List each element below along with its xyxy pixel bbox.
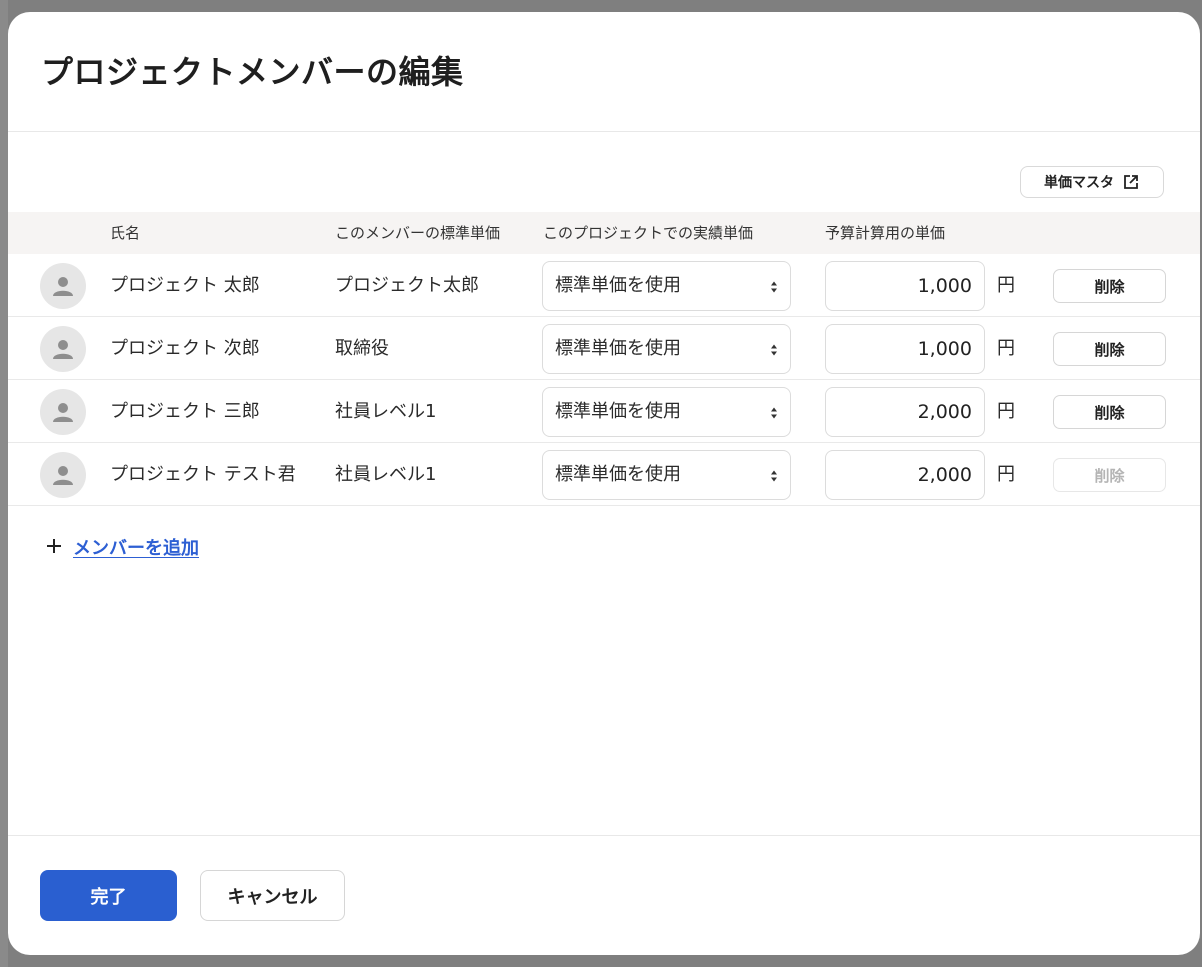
budget-rate-input[interactable]: 2,000 <box>825 450 985 500</box>
currency-unit: 円 <box>997 338 1015 359</box>
budget-rate-input[interactable]: 1,000 <box>825 261 985 311</box>
add-member-label[interactable]: メンバーを追加 <box>73 534 199 560</box>
member-name: プロジェクト テスト君 <box>110 464 296 485</box>
rate-master-button[interactable]: 単価マスタ <box>1020 166 1164 198</box>
header-actual-rate: このプロジェクトでの実績単価 <box>543 224 754 242</box>
add-member-link[interactable]: メンバーを追加 <box>45 534 199 560</box>
person-avatar-icon <box>40 389 86 435</box>
member-standard-rate: 社員レベル1 <box>335 401 437 422</box>
external-link-icon <box>1122 173 1140 191</box>
member-name: プロジェクト 次郎 <box>110 338 260 359</box>
actual-rate-value: 標準単価を使用 <box>555 464 681 485</box>
person-avatar-icon <box>40 326 86 372</box>
done-button[interactable]: 完了 <box>40 870 177 921</box>
delete-button[interactable]: 削除 <box>1053 332 1166 366</box>
table-row: プロジェクト 次郎 取締役 標準単価を使用 1,000 円 削除 <box>8 317 1200 380</box>
header-divider <box>8 131 1200 132</box>
member-name: プロジェクト 三郎 <box>110 401 260 422</box>
table-row: プロジェクト テスト君 社員レベル1 標準単価を使用 2,000 円 削除 <box>8 443 1200 506</box>
budget-rate-input[interactable]: 1,000 <box>825 324 985 374</box>
actual-rate-select[interactable]: 標準単価を使用 <box>542 387 791 437</box>
actual-rate-value: 標準単価を使用 <box>555 401 681 422</box>
header-standard-rate: このメンバーの標準単価 <box>335 224 501 242</box>
header-budget-rate: 予算計算用の単価 <box>825 224 946 242</box>
member-standard-rate: プロジェクト太郎 <box>335 275 479 296</box>
table-row: プロジェクト 三郎 社員レベル1 標準単価を使用 2,000 円 削除 <box>8 380 1200 443</box>
modal-title: プロジェクトメンバーの編集 <box>41 53 464 91</box>
actual-rate-value: 標準単価を使用 <box>555 275 681 296</box>
actual-rate-value: 標準単価を使用 <box>555 338 681 359</box>
member-standard-rate: 取締役 <box>335 338 389 359</box>
delete-button[interactable]: 削除 <box>1053 395 1166 429</box>
table-row: プロジェクト 太郎 プロジェクト太郎 標準単価を使用 1,000 円 削除 <box>8 254 1200 317</box>
budget-rate-input[interactable]: 2,000 <box>825 387 985 437</box>
actual-rate-select[interactable]: 標準単価を使用 <box>542 450 791 500</box>
member-standard-rate: 社員レベル1 <box>335 464 437 485</box>
backdrop <box>0 0 8 967</box>
member-name: プロジェクト 太郎 <box>110 275 260 296</box>
select-arrows-icon <box>770 342 778 361</box>
edit-members-modal: プロジェクトメンバーの編集 単価マスタ 氏名 このメンバーの標準単価 このプロジ… <box>8 12 1200 955</box>
select-arrows-icon <box>770 405 778 424</box>
person-avatar-icon <box>40 452 86 498</box>
currency-unit: 円 <box>997 275 1015 296</box>
cancel-button[interactable]: キャンセル <box>200 870 345 921</box>
select-arrows-icon <box>770 279 778 298</box>
select-arrows-icon <box>770 468 778 487</box>
person-avatar-icon <box>40 263 86 309</box>
actual-rate-select[interactable]: 標準単価を使用 <box>542 324 791 374</box>
rate-master-label: 単価マスタ <box>1044 175 1114 191</box>
delete-button-disabled: 削除 <box>1053 458 1166 492</box>
plus-icon <box>45 535 63 559</box>
delete-button[interactable]: 削除 <box>1053 269 1166 303</box>
table-header: 氏名 このメンバーの標準単価 このプロジェクトでの実績単価 予算計算用の単価 <box>8 212 1200 254</box>
footer-divider <box>8 835 1200 836</box>
currency-unit: 円 <box>997 401 1015 422</box>
actual-rate-select[interactable]: 標準単価を使用 <box>542 261 791 311</box>
currency-unit: 円 <box>997 464 1015 485</box>
header-name: 氏名 <box>110 224 141 242</box>
